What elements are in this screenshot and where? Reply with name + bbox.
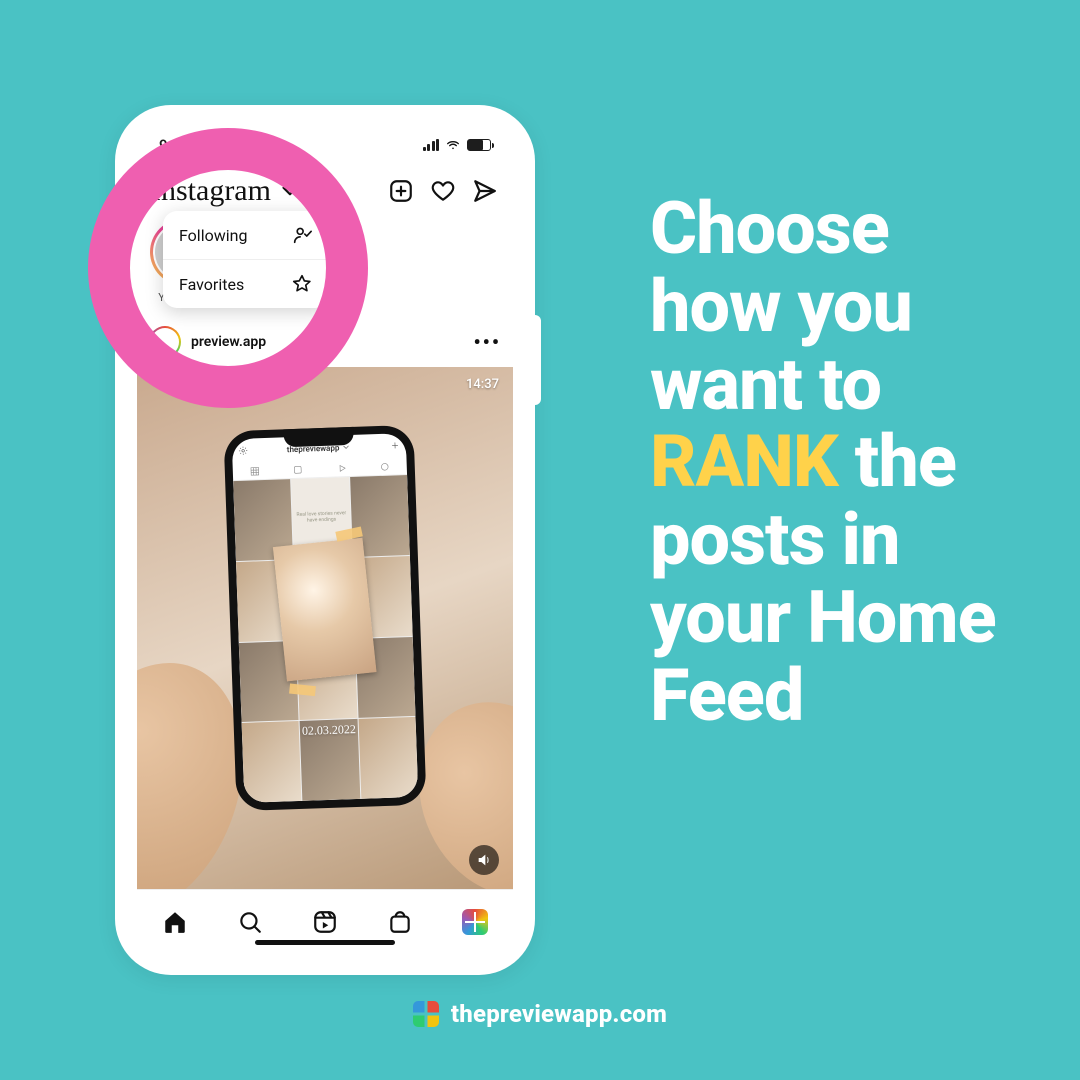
activity-button[interactable]: [429, 177, 457, 205]
tab-home[interactable]: [160, 907, 190, 937]
tab-reels[interactable]: [310, 907, 340, 937]
brand-logo-icon: [413, 1001, 439, 1027]
headline-text: Choose how you want to RANK the posts in…: [650, 190, 1030, 734]
inner-quote-text: Real love stories never have endings: [296, 511, 348, 524]
home-indicator: [255, 940, 395, 945]
instagram-logo-button[interactable]: Instagram: [151, 174, 303, 208]
tab-shop[interactable]: [385, 907, 415, 937]
speaker-icon: [476, 852, 492, 868]
following-icon: [291, 224, 313, 246]
dropdown-favorites-label: Favorites: [179, 275, 244, 294]
dropdown-following-label: Following: [179, 226, 247, 245]
home-icon: [162, 909, 188, 935]
post-media[interactable]: 14:37 thepreviewapp: [137, 367, 513, 889]
wifi-icon: [445, 137, 461, 153]
gear-icon: [238, 445, 248, 455]
plus-square-icon: [388, 178, 414, 204]
post-author-avatar[interactable]: [149, 326, 181, 358]
headline-part1: Choose how you want to: [650, 186, 912, 427]
feed-rank-dropdown: Following Favorites: [163, 211, 329, 308]
messages-button[interactable]: [471, 177, 499, 205]
status-bar: 9:13: [137, 127, 513, 163]
video-timestamp: 14:37: [466, 377, 499, 392]
new-post-button[interactable]: [387, 177, 415, 205]
dropdown-item-following[interactable]: Following: [163, 211, 329, 259]
phone-screen: 9:13 Instagram: [137, 127, 513, 953]
footer-brand: thepreviewapp.com: [0, 1000, 1080, 1028]
reel-icon: [293, 464, 303, 474]
tab-search[interactable]: [235, 907, 265, 937]
tape-decoration: [289, 683, 316, 696]
grid-icon: [249, 465, 259, 475]
inner-phone-illustration: thepreviewapp Real love stories never: [223, 424, 426, 810]
circle-icon: [380, 461, 390, 471]
instagram-logo-text: Instagram: [151, 174, 271, 208]
sound-toggle-button[interactable]: [469, 845, 499, 875]
shop-icon: [387, 909, 413, 935]
send-icon: [472, 178, 498, 204]
chevron-down-icon: [277, 178, 303, 204]
post-header: preview.app •••: [137, 317, 513, 367]
inner-featured-photo: [273, 538, 377, 682]
phone-frame: 9:13 Instagram: [115, 105, 535, 975]
plus-icon: [390, 440, 400, 450]
heart-icon: [430, 178, 456, 204]
battery-icon: [467, 139, 491, 151]
profile-icon: [462, 909, 488, 935]
star-icon: [291, 273, 313, 295]
brand-domain-text: thepreviewapp.com: [451, 1000, 667, 1028]
post-more-button[interactable]: •••: [473, 330, 501, 354]
post-author-name[interactable]: preview.app: [191, 334, 266, 350]
status-indicators: [423, 137, 492, 153]
status-time: 9:13: [159, 136, 189, 154]
signal-icon: [423, 139, 440, 151]
play-icon: [336, 462, 346, 472]
search-icon: [237, 909, 263, 935]
reels-icon: [312, 909, 338, 935]
tab-profile[interactable]: [460, 907, 490, 937]
headline-accent: RANK: [650, 419, 838, 504]
dropdown-item-favorites[interactable]: Favorites: [163, 259, 329, 308]
